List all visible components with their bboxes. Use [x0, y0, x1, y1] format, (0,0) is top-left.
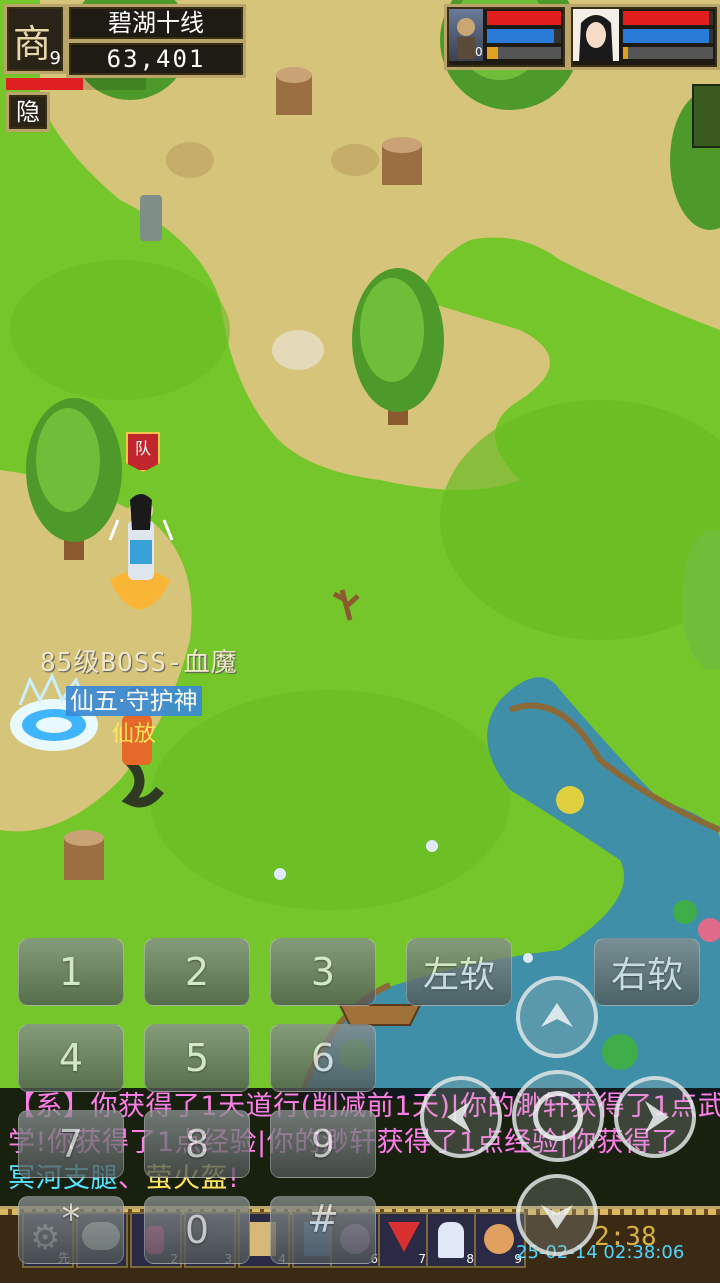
tree-stump [64, 830, 104, 880]
lily-pad [556, 786, 584, 814]
coords: 63,401 [106, 45, 206, 73]
map-name-panel: 碧湖十线 [66, 4, 246, 42]
treasure-icon [484, 1224, 514, 1254]
right-soft-key[interactable]: 右软 [594, 938, 700, 1006]
rank-badge[interactable]: 商 9 [4, 4, 66, 74]
key-9[interactable]: 9 [270, 1110, 376, 1178]
key-1[interactable]: 1 [18, 938, 124, 1006]
tree-stump [382, 137, 422, 185]
arrow-left-icon [447, 1101, 471, 1133]
hotbar-slot-7[interactable]: 7 [378, 1212, 430, 1268]
map-name: 碧湖十线 [108, 9, 204, 37]
flag-icon [388, 1222, 420, 1252]
lily-pad [673, 900, 697, 924]
companion-level: 0 [475, 45, 483, 59]
key-star[interactable]: * [18, 1196, 124, 1264]
player-portrait-icon [579, 15, 613, 61]
key-3[interactable]: 3 [270, 938, 376, 1006]
player-portrait [573, 9, 619, 61]
dpad-down-button[interactable] [516, 1174, 598, 1256]
key-hash[interactable]: # [270, 1196, 376, 1264]
stone-marker [140, 195, 162, 241]
player-exp-bar [623, 47, 713, 59]
companion-hp-bar [487, 11, 561, 25]
arrow-down-icon [541, 1205, 573, 1229]
player-health-bar [6, 78, 146, 90]
hide-button[interactable]: 隐 [6, 92, 50, 132]
npc-title-label[interactable]: 仙五·守护神 [66, 686, 202, 716]
dpad-center-button[interactable] [512, 1070, 604, 1162]
dpad-up-button[interactable] [516, 976, 598, 1058]
center-ring-icon [533, 1091, 583, 1141]
dpad-right-button[interactable] [614, 1076, 696, 1158]
hotbar-slot-8[interactable]: 8 [426, 1212, 478, 1268]
key-0[interactable]: 0 [144, 1196, 250, 1264]
arrow-up-icon [541, 1003, 573, 1027]
key-5[interactable]: 5 [144, 1024, 250, 1092]
player-health-fill [6, 78, 83, 90]
key-2[interactable]: 2 [144, 938, 250, 1006]
companion-exp-bar [487, 47, 561, 59]
player-hp-bar [623, 11, 713, 25]
arrow-right-icon [645, 1101, 669, 1133]
lily-pad [602, 1034, 638, 1070]
npc-name-label: 仙放 [112, 722, 157, 747]
boat [338, 1004, 422, 1026]
key-7[interactable]: 7 [18, 1110, 124, 1178]
rank-glyph: 商 [12, 22, 51, 66]
companion-mp-bar [487, 29, 561, 43]
player-mp-bar [623, 29, 713, 43]
team-flag-label: 队 [134, 439, 151, 458]
key-4[interactable]: 4 [18, 1024, 124, 1092]
coords-panel: 63,401 [66, 40, 246, 78]
npc-boss-label[interactable]: 85级BOSS-血魔 [40, 642, 238, 679]
key-8[interactable]: 8 [144, 1110, 250, 1178]
companion-frame[interactable]: 0 [444, 4, 568, 70]
dpad-left-button[interactable] [420, 1076, 502, 1158]
player-frame[interactable] [568, 4, 720, 70]
team-icon [438, 1222, 464, 1258]
hide-button-label: 隐 [16, 98, 40, 126]
left-soft-key[interactable]: 左软 [406, 938, 512, 1006]
minimap-toggle-icon[interactable] [692, 84, 720, 148]
level-number: 9 [49, 48, 61, 69]
tree-stump [276, 67, 312, 115]
key-6[interactable]: 6 [270, 1024, 376, 1092]
